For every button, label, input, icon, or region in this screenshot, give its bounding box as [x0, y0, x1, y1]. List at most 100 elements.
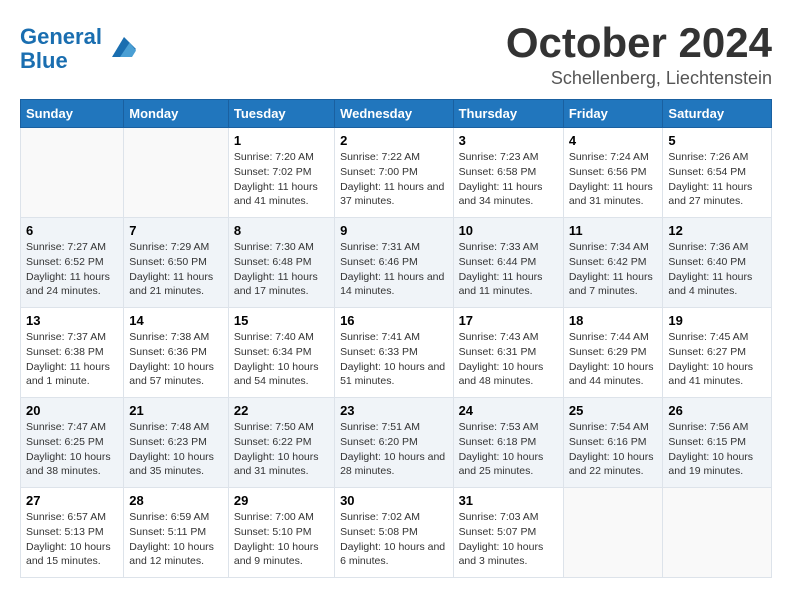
day-number: 18	[569, 313, 658, 328]
day-info: Sunrise: 6:59 AMSunset: 5:11 PMDaylight:…	[129, 510, 223, 569]
calendar-cell: 25Sunrise: 7:54 AMSunset: 6:16 PMDayligh…	[563, 398, 663, 488]
day-info: Sunrise: 7:30 AMSunset: 6:48 PMDaylight:…	[234, 240, 329, 299]
day-info: Sunrise: 7:54 AMSunset: 6:16 PMDaylight:…	[569, 420, 658, 479]
calendar-week-row: 13 Sunrise: 7:37 AMSunset: 6:38 PMDayligh…	[21, 308, 772, 398]
calendar-week-row: 6 Sunrise: 7:27 AMSunset: 6:52 PMDaylight…	[21, 218, 772, 308]
calendar-cell: 18 Sunrise: 7:44 AMSunset: 6:29 PMDayligh…	[563, 308, 663, 398]
day-number: 24	[459, 403, 558, 418]
day-info: Sunrise: 7:29 AMSunset: 6:50 PMDaylight:…	[129, 240, 223, 299]
calendar-cell: 15 Sunrise: 7:40 AMSunset: 6:34 PMDayligh…	[228, 308, 334, 398]
day-info: Sunrise: 7:26 AMSunset: 6:54 PMDaylight:…	[668, 150, 766, 209]
day-info: Sunrise: 7:41 AMSunset: 6:33 PMDaylight:…	[340, 330, 447, 389]
day-number: 3	[459, 133, 558, 148]
calendar-cell: 17Sunrise: 7:43 AMSunset: 6:31 PMDayligh…	[453, 308, 563, 398]
calendar-cell: 1 Sunrise: 7:20 AMSunset: 7:02 PMDaylight…	[228, 128, 334, 218]
day-number: 5	[668, 133, 766, 148]
day-number: 21	[129, 403, 223, 418]
calendar-cell: 14Sunrise: 7:38 AMSunset: 6:36 PMDayligh…	[124, 308, 229, 398]
weekday-header: Monday	[124, 100, 229, 128]
header-row: SundayMondayTuesdayWednesdayThursdayFrid…	[21, 100, 772, 128]
day-number: 7	[129, 223, 223, 238]
day-info: Sunrise: 7:20 AMSunset: 7:02 PMDaylight:…	[234, 150, 329, 209]
calendar-cell	[663, 488, 772, 578]
day-info: Sunrise: 7:56 AMSunset: 6:15 PMDaylight:…	[668, 420, 766, 479]
day-info: Sunrise: 7:40 AMSunset: 6:34 PMDaylight:…	[234, 330, 329, 389]
day-number: 26	[668, 403, 766, 418]
day-number: 10	[459, 223, 558, 238]
calendar-cell	[563, 488, 663, 578]
calendar-cell: 11 Sunrise: 7:34 AMSunset: 6:42 PMDayligh…	[563, 218, 663, 308]
calendar-cell: 28 Sunrise: 6:59 AMSunset: 5:11 PMDayligh…	[124, 488, 229, 578]
day-info: Sunrise: 7:34 AMSunset: 6:42 PMDaylight:…	[569, 240, 658, 299]
calendar-cell: 8Sunrise: 7:30 AMSunset: 6:48 PMDaylight…	[228, 218, 334, 308]
day-number: 19	[668, 313, 766, 328]
day-number: 16	[340, 313, 447, 328]
calendar-cell	[21, 128, 124, 218]
day-info: Sunrise: 7:03 AMSunset: 5:07 PMDaylight:…	[459, 510, 558, 569]
page-header: General Blue October 2024 Schellenberg, …	[20, 20, 772, 89]
calendar-week-row: 1 Sunrise: 7:20 AMSunset: 7:02 PMDaylight…	[21, 128, 772, 218]
calendar-cell: 30 Sunrise: 7:02 AMSunset: 5:08 PMDayligh…	[335, 488, 453, 578]
logo-text: General Blue	[20, 25, 102, 73]
location-title: Schellenberg, Liechtenstein	[506, 68, 772, 89]
day-info: Sunrise: 7:02 AMSunset: 5:08 PMDaylight:…	[340, 510, 447, 569]
calendar-cell: 4Sunrise: 7:24 AMSunset: 6:56 PMDaylight…	[563, 128, 663, 218]
calendar-cell: 3 Sunrise: 7:23 AMSunset: 6:58 PMDaylight…	[453, 128, 563, 218]
day-number: 15	[234, 313, 329, 328]
day-number: 9	[340, 223, 447, 238]
day-info: Sunrise: 7:47 AMSunset: 6:25 PMDaylight:…	[26, 420, 118, 479]
weekday-header: Saturday	[663, 100, 772, 128]
calendar-cell: 6 Sunrise: 7:27 AMSunset: 6:52 PMDaylight…	[21, 218, 124, 308]
day-info: Sunrise: 7:23 AMSunset: 6:58 PMDaylight:…	[459, 150, 558, 209]
day-info: Sunrise: 6:57 AMSunset: 5:13 PMDaylight:…	[26, 510, 118, 569]
calendar-cell: 10 Sunrise: 7:33 AMSunset: 6:44 PMDayligh…	[453, 218, 563, 308]
weekday-header: Friday	[563, 100, 663, 128]
day-number: 30	[340, 493, 447, 508]
month-title: October 2024	[506, 20, 772, 66]
calendar-cell: 23 Sunrise: 7:51 AMSunset: 6:20 PMDayligh…	[335, 398, 453, 488]
day-number: 1	[234, 133, 329, 148]
day-info: Sunrise: 7:48 AMSunset: 6:23 PMDaylight:…	[129, 420, 223, 479]
day-info: Sunrise: 7:37 AMSunset: 6:38 PMDaylight:…	[26, 330, 118, 389]
day-info: Sunrise: 7:51 AMSunset: 6:20 PMDaylight:…	[340, 420, 447, 479]
day-number: 20	[26, 403, 118, 418]
day-number: 31	[459, 493, 558, 508]
weekday-header: Sunday	[21, 100, 124, 128]
day-number: 2	[340, 133, 447, 148]
day-info: Sunrise: 7:53 AMSunset: 6:18 PMDaylight:…	[459, 420, 558, 479]
calendar-cell: 20 Sunrise: 7:47 AMSunset: 6:25 PMDayligh…	[21, 398, 124, 488]
calendar-week-row: 20 Sunrise: 7:47 AMSunset: 6:25 PMDayligh…	[21, 398, 772, 488]
calendar-cell: 5 Sunrise: 7:26 AMSunset: 6:54 PMDaylight…	[663, 128, 772, 218]
day-info: Sunrise: 7:22 AMSunset: 7:00 PMDaylight:…	[340, 150, 447, 209]
calendar-cell: 12 Sunrise: 7:36 AMSunset: 6:40 PMDayligh…	[663, 218, 772, 308]
calendar-week-row: 27Sunrise: 6:57 AMSunset: 5:13 PMDayligh…	[21, 488, 772, 578]
day-number: 11	[569, 223, 658, 238]
day-info: Sunrise: 7:36 AMSunset: 6:40 PMDaylight:…	[668, 240, 766, 299]
day-info: Sunrise: 7:44 AMSunset: 6:29 PMDaylight:…	[569, 330, 658, 389]
day-info: Sunrise: 7:38 AMSunset: 6:36 PMDaylight:…	[129, 330, 223, 389]
day-info: Sunrise: 7:50 AMSunset: 6:22 PMDaylight:…	[234, 420, 329, 479]
calendar-cell: 22 Sunrise: 7:50 AMSunset: 6:22 PMDayligh…	[228, 398, 334, 488]
calendar-cell: 26 Sunrise: 7:56 AMSunset: 6:15 PMDayligh…	[663, 398, 772, 488]
logo-blue: Blue	[20, 48, 68, 73]
calendar-cell: 27Sunrise: 6:57 AMSunset: 5:13 PMDayligh…	[21, 488, 124, 578]
day-number: 6	[26, 223, 118, 238]
logo-icon	[104, 33, 136, 65]
title-area: October 2024 Schellenberg, Liechtenstein	[506, 20, 772, 89]
day-info: Sunrise: 7:24 AMSunset: 6:56 PMDaylight:…	[569, 150, 658, 209]
day-info: Sunrise: 7:43 AMSunset: 6:31 PMDaylight:…	[459, 330, 558, 389]
weekday-header: Tuesday	[228, 100, 334, 128]
day-info: Sunrise: 7:33 AMSunset: 6:44 PMDaylight:…	[459, 240, 558, 299]
day-number: 23	[340, 403, 447, 418]
weekday-header: Thursday	[453, 100, 563, 128]
day-info: Sunrise: 7:27 AMSunset: 6:52 PMDaylight:…	[26, 240, 118, 299]
day-number: 29	[234, 493, 329, 508]
day-number: 22	[234, 403, 329, 418]
calendar-table: SundayMondayTuesdayWednesdayThursdayFrid…	[20, 99, 772, 578]
logo-general: General	[20, 24, 102, 49]
weekday-header: Wednesday	[335, 100, 453, 128]
day-number: 28	[129, 493, 223, 508]
day-number: 12	[668, 223, 766, 238]
calendar-cell: 29Sunrise: 7:00 AMSunset: 5:10 PMDayligh…	[228, 488, 334, 578]
day-number: 13	[26, 313, 118, 328]
